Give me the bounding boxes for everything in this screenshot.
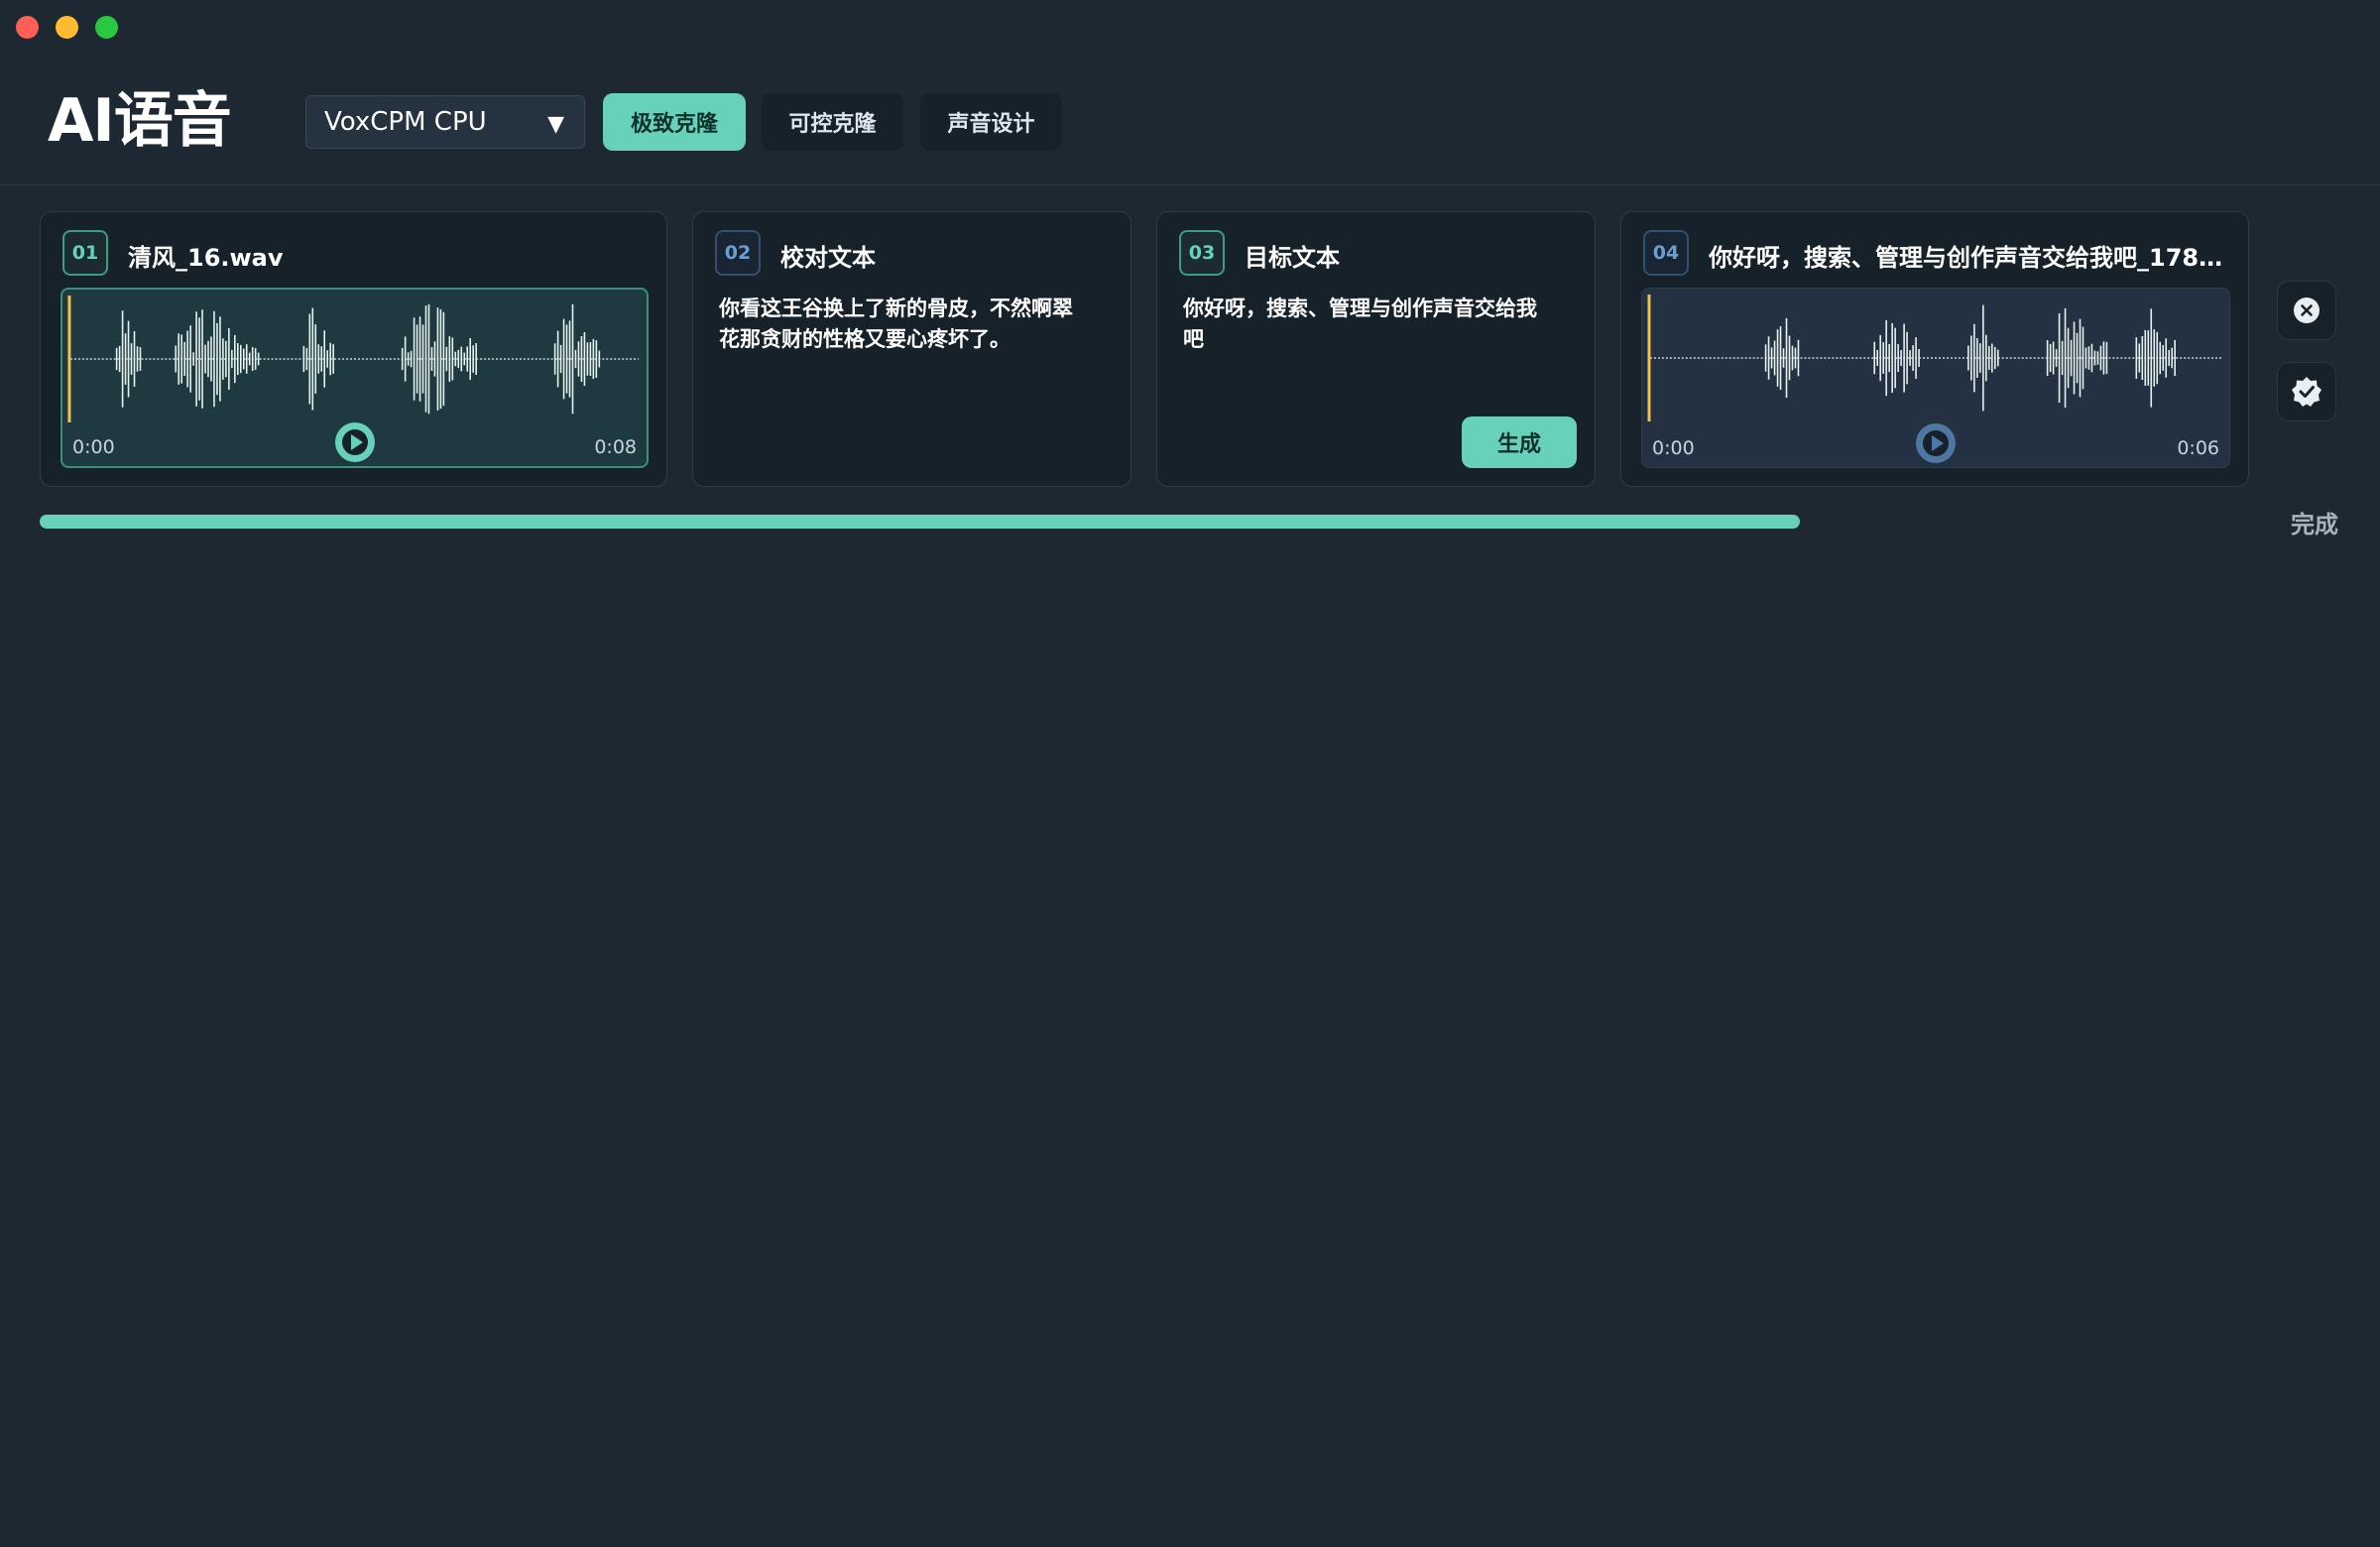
play-icon — [1923, 430, 1949, 456]
play-icon — [341, 429, 368, 455]
model-select[interactable]: VoxCPM CPU ▼ — [305, 95, 585, 149]
window-close-button[interactable] — [16, 16, 39, 39]
step-badge: 04 — [1643, 230, 1689, 276]
audio-current-time: 0:00 — [72, 436, 115, 458]
verify-button[interactable] — [2277, 362, 2336, 421]
audio-duration: 0:08 — [594, 436, 637, 458]
progress-label: 完成 — [2291, 511, 2338, 538]
proofread-text[interactable]: 你看这王谷换上了新的骨皮，不然啊翠花那贪财的性格又要心疼坏了。 — [719, 294, 1091, 355]
window-minimize-button[interactable] — [56, 16, 78, 39]
step-badge: 02 — [715, 230, 761, 276]
waveform[interactable] — [1642, 289, 2229, 427]
progress-fill — [40, 515, 1800, 529]
card-title: 你好呀，搜索、管理与创作声音交给我吧_178... — [1709, 244, 2224, 272]
progress-bar — [40, 515, 2063, 529]
tab-extreme-clone[interactable]: 极致克隆 — [603, 93, 746, 151]
app-header: AI语音 VoxCPM CPU ▼ 极致克隆 可控克隆 声音设计 — [0, 60, 2380, 185]
play-button[interactable] — [334, 422, 375, 462]
audio-player[interactable]: 0:00 0:06 — [1641, 288, 2230, 468]
generate-button[interactable]: 生成 — [1462, 416, 1577, 468]
audio-duration: 0:06 — [2177, 437, 2219, 459]
waveform[interactable] — [62, 290, 647, 428]
tab-controllable-clone[interactable]: 可控克隆 — [762, 93, 903, 151]
close-button[interactable] — [2277, 281, 2336, 340]
card-reference-audio: 01 清风_16.wav 0:00 0:08 — [40, 211, 667, 487]
step-badge: 01 — [62, 230, 108, 276]
step-badge: 03 — [1179, 230, 1225, 276]
card-title: 目标文本 — [1245, 244, 1340, 272]
tab-voice-design[interactable]: 声音设计 — [920, 93, 1062, 151]
window-zoom-button[interactable] — [95, 16, 118, 39]
model-select-value: VoxCPM CPU — [324, 107, 487, 137]
play-button[interactable] — [1916, 423, 1956, 463]
card-title: 清风_16.wav — [128, 244, 284, 272]
target-text[interactable]: 你好呀，搜索、管理与创作声音交给我吧 — [1183, 294, 1555, 355]
verified-badge-icon — [2292, 377, 2321, 407]
audio-player[interactable]: 0:00 0:08 — [60, 288, 649, 468]
card-title: 校对文本 — [780, 244, 876, 272]
chevron-down-icon: ▼ — [547, 112, 564, 137]
card-target-text: 03 目标文本 你好呀，搜索、管理与创作声音交给我吧 生成 — [1156, 211, 1596, 487]
audio-current-time: 0:00 — [1652, 437, 1695, 459]
window-controls — [16, 16, 118, 39]
app-title: AI语音 — [48, 86, 232, 156]
card-generated-audio: 04 你好呀，搜索、管理与创作声音交给我吧_178... 0:00 0:06 — [1620, 211, 2249, 487]
card-proofread-text: 02 校对文本 你看这王谷换上了新的骨皮，不然啊翠花那贪财的性格又要心疼坏了。 — [692, 211, 1131, 487]
close-icon — [2294, 298, 2320, 323]
